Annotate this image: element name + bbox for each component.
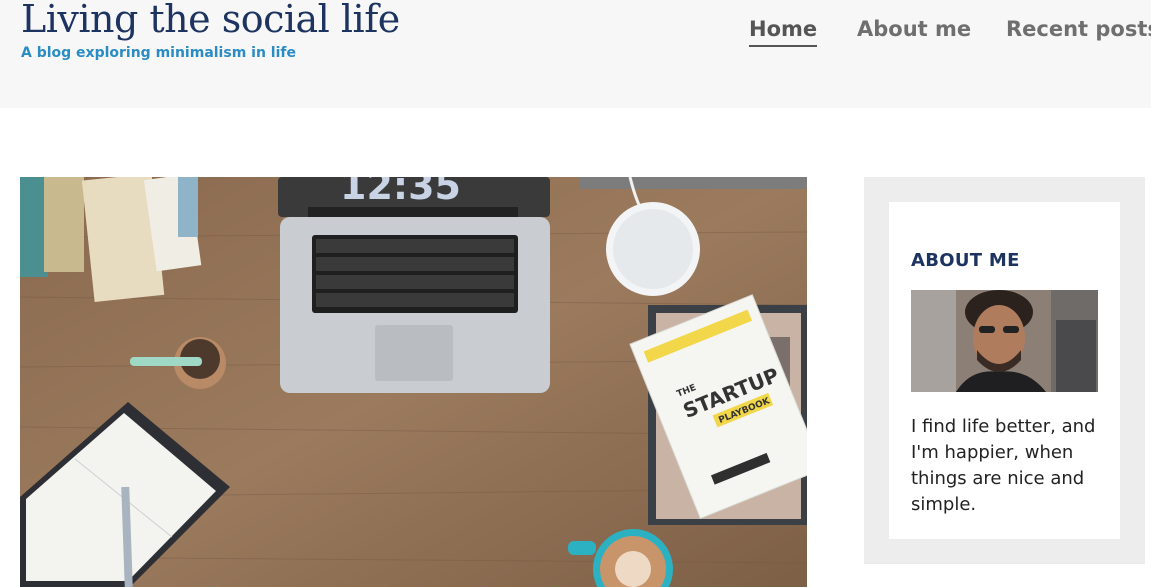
widget-title: ABOUT ME	[911, 250, 1020, 271]
nav-item-home[interactable]: Home	[749, 15, 818, 47]
site-tagline: A blog exploring minimalism in life	[21, 45, 296, 61]
site-title[interactable]: Living the social life	[21, 0, 400, 44]
sidebar: ABOUT ME I find life better, and I'm hap…	[864, 177, 1145, 564]
desk-photo: 12:35 THE STARTUP PLAYBOOK	[20, 177, 807, 587]
author-photo	[911, 290, 1098, 392]
wall-strip	[580, 177, 807, 189]
laptop-clock-text: 12:35	[340, 177, 461, 208]
author-portrait	[911, 290, 1098, 392]
site-header: Living the social life A blog exploring …	[0, 0, 1151, 108]
laptop: 12:35	[278, 177, 550, 393]
about-me-text: I find life better, and I'm happier, whe…	[911, 416, 1096, 515]
about-me-widget: ABOUT ME I find life better, and I'm hap…	[889, 202, 1120, 539]
nav-item-recent-posts[interactable]: Recent posts	[1006, 15, 1151, 45]
nav-item-about-me[interactable]: About me	[857, 15, 971, 45]
featured-image[interactable]: 12:35 THE STARTUP PLAYBOOK	[20, 177, 807, 587]
